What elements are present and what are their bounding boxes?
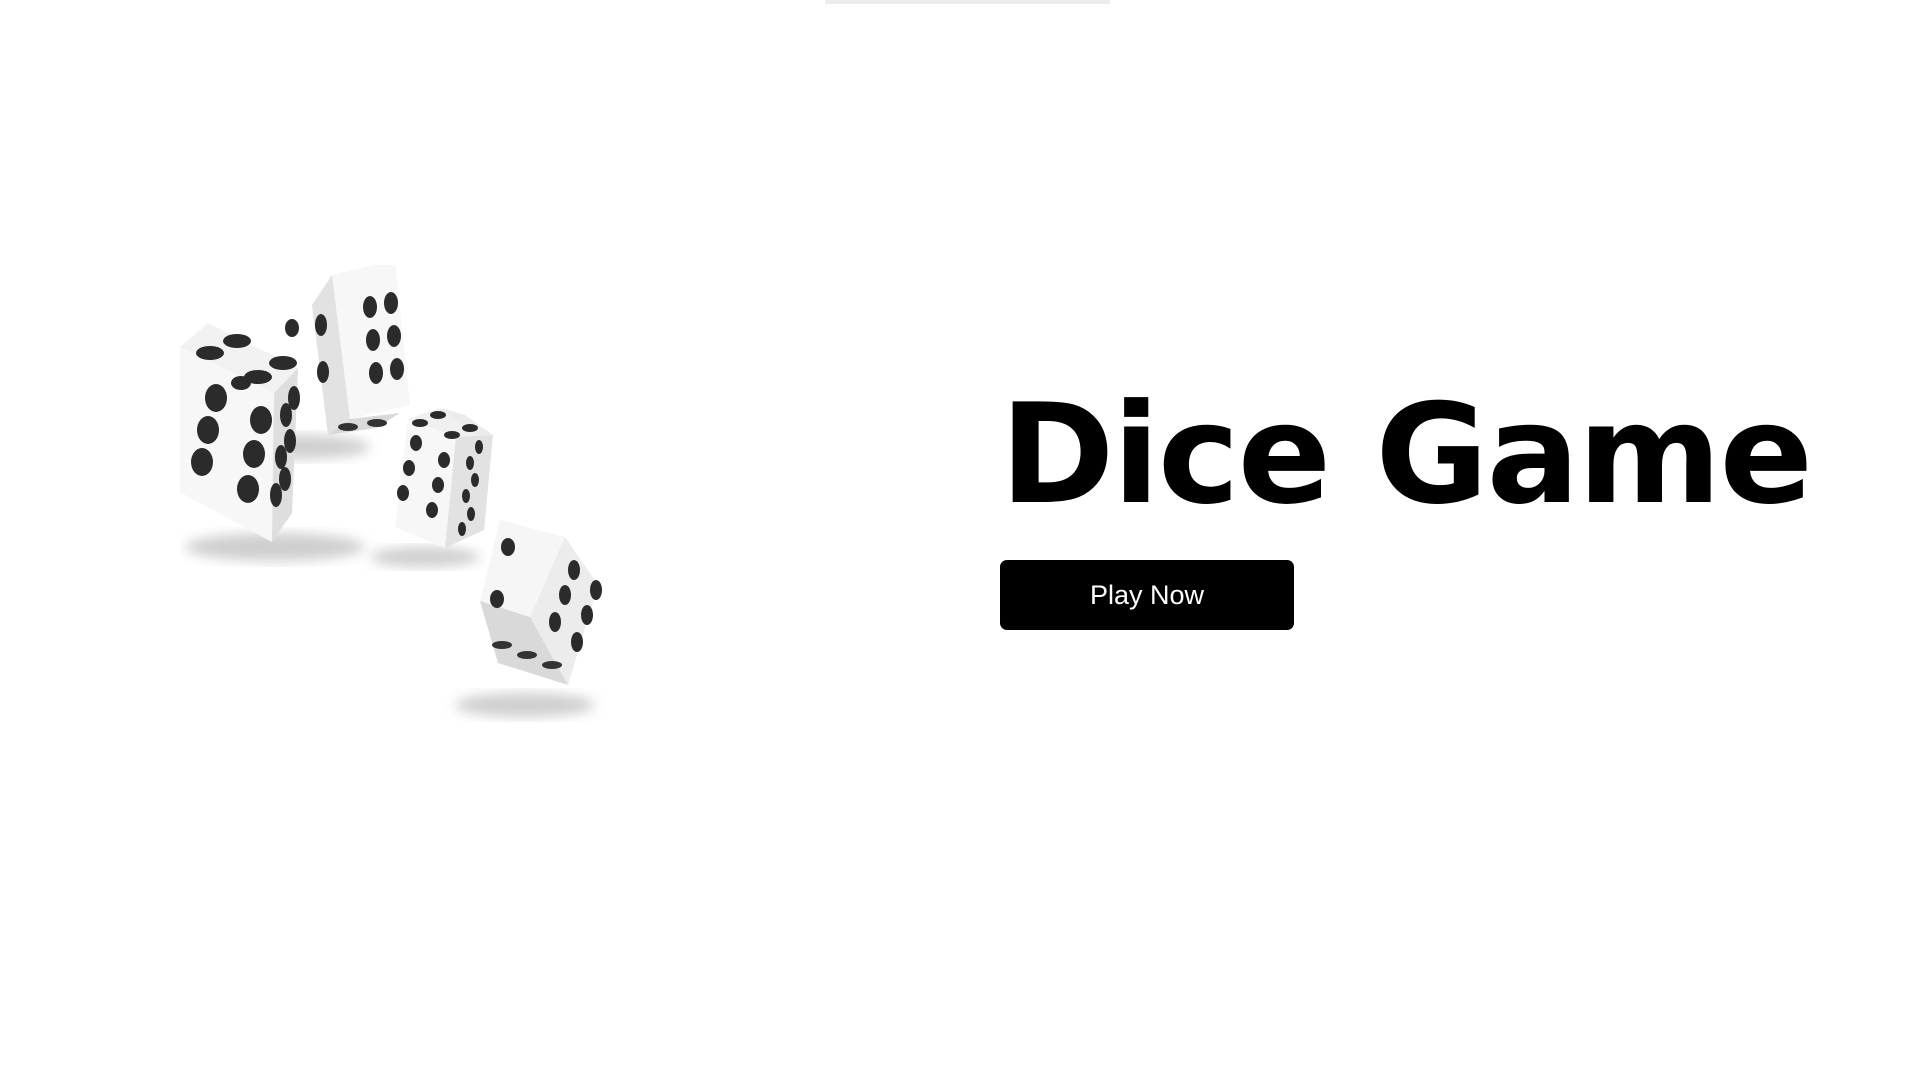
top-edge-bar [825, 0, 1110, 4]
dice-icon [370, 408, 493, 567]
dice-icon [455, 520, 602, 717]
page-title: Dice Game [1000, 374, 1813, 535]
landing-page: Dice Game Play Now [0, 0, 1920, 1080]
dice-illustration [180, 265, 602, 717]
play-now-button[interactable]: Play Now [1000, 560, 1294, 630]
hero-section: Dice Game Play Now [1000, 374, 1820, 630]
